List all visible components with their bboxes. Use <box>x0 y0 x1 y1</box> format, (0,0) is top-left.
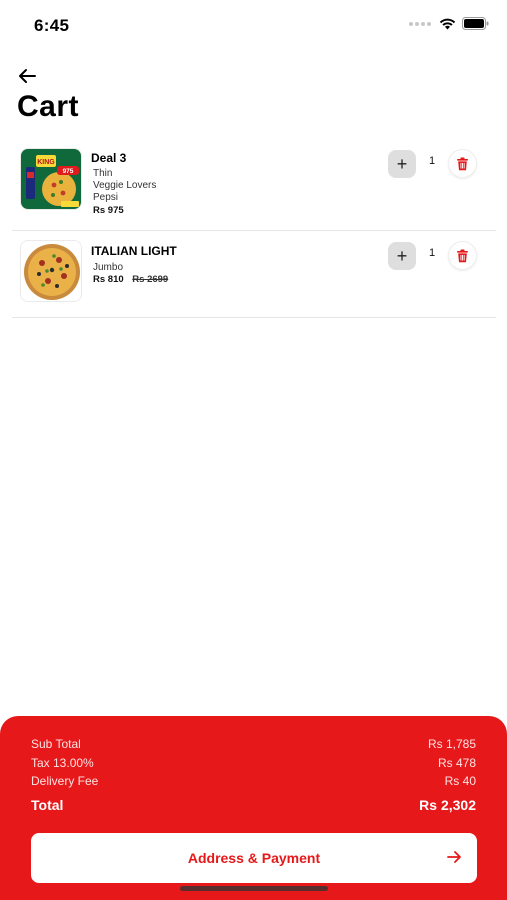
svg-text:KING: KING <box>37 159 55 166</box>
wifi-icon <box>439 18 456 29</box>
plus-icon: + <box>396 153 408 174</box>
delivery-fee-label: Delivery Fee <box>31 774 99 788</box>
delete-item-button[interactable] <box>448 149 477 178</box>
cellular-signal-icon <box>409 21 431 26</box>
delivery-fee-value: Rs 40 <box>444 774 476 788</box>
tax-row: Tax 13.00% Rs 478 <box>31 756 476 770</box>
subtotal-value: Rs 1,785 <box>427 737 476 751</box>
page-title: Cart <box>17 90 80 123</box>
item-price: Rs 975 <box>93 205 124 216</box>
item-original-price: Rs 2699 <box>132 274 169 285</box>
delivery-fee-row: Delivery Fee Rs 40 <box>31 774 476 788</box>
item-price-row: Rs 810 Rs 2699 <box>93 274 168 285</box>
increase-quantity-button[interactable]: + <box>388 242 416 270</box>
deal-thumbnail: KING 975 <box>20 148 82 210</box>
tax-label: Tax 13.00% <box>31 756 94 770</box>
order-summary-panel: Sub Total Rs 1,785 Tax 13.00% Rs 478 Del… <box>0 716 507 900</box>
cart-item: ITALIAN LIGHT Jumbo Rs 810 Rs 2699 + 1 <box>12 232 496 318</box>
item-name: Deal 3 <box>91 151 127 165</box>
address-payment-button[interactable]: Address & Payment <box>31 833 477 883</box>
svg-text:975: 975 <box>63 168 74 175</box>
item-drink: Pepsi <box>93 192 119 203</box>
arrow-right-icon <box>447 851 461 863</box>
item-price: Rs 810 <box>93 274 124 285</box>
subtotal-row: Sub Total Rs 1,785 <box>31 737 476 751</box>
address-payment-label: Address & Payment <box>187 850 321 866</box>
item-size: Jumbo <box>93 262 124 273</box>
quantity-value: 1 <box>429 155 436 167</box>
delete-item-button[interactable] <box>448 241 477 270</box>
tax-value: Rs 478 <box>437 756 476 770</box>
status-icons <box>409 17 489 30</box>
trash-icon <box>457 249 468 262</box>
increase-quantity-button[interactable]: + <box>388 150 416 178</box>
pizza-thumbnail <box>20 240 82 302</box>
total-row: Total Rs 2,302 <box>31 797 476 813</box>
battery-icon <box>462 17 489 30</box>
item-crust: Thin <box>93 168 113 179</box>
trash-icon <box>457 157 468 170</box>
status-time: 6:45 <box>34 16 70 35</box>
cart-item: KING 975 Deal 3 Thin Veggie Lovers Pepsi… <box>12 140 496 231</box>
item-name: ITALIAN LIGHT <box>91 244 177 258</box>
back-arrow-icon[interactable] <box>16 66 38 86</box>
subtotal-label: Sub Total <box>31 737 81 751</box>
item-flavor: Veggie Lovers <box>93 180 157 191</box>
total-label: Total <box>31 797 64 813</box>
total-value: Rs 2,302 <box>419 797 476 813</box>
plus-icon: + <box>396 245 408 266</box>
quantity-value: 1 <box>429 247 436 259</box>
home-indicator <box>180 886 328 891</box>
status-bar: 6:45 <box>0 0 507 50</box>
